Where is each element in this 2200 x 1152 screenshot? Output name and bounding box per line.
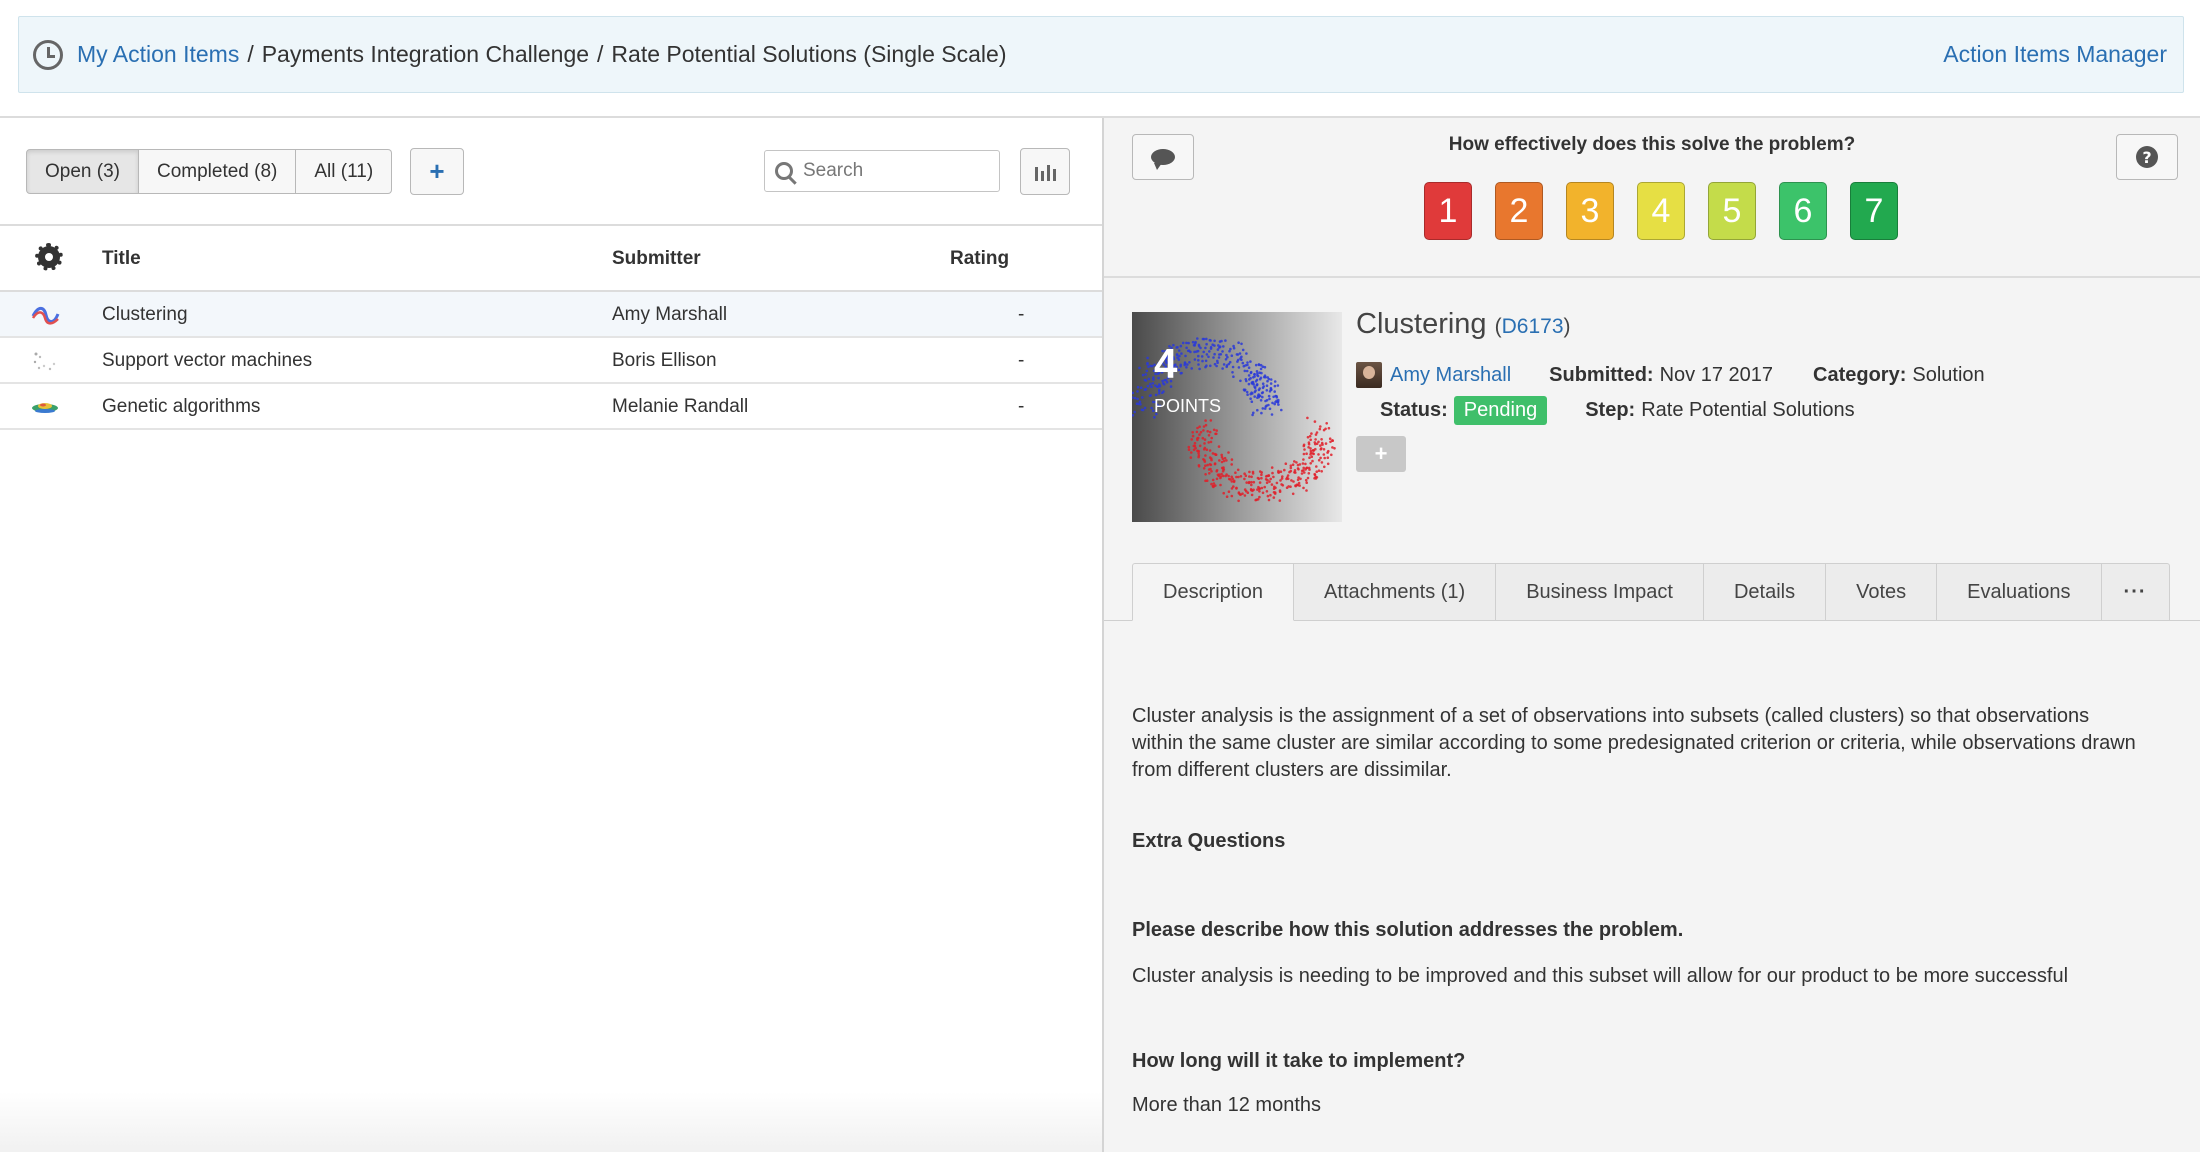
tab-details[interactable]: Details <box>1703 563 1827 621</box>
bar-chart-icon <box>1034 167 1038 181</box>
idea-meta-row: Amy Marshall Submitted: Nov 17 2017 Cate… <box>1356 362 1985 388</box>
row-title: Clustering <box>102 304 188 325</box>
step-value: Rate Potential Solutions <box>1641 399 1855 421</box>
column-submitter[interactable]: Submitter <box>612 248 701 270</box>
rating-button-1[interactable]: 1 <box>1424 182 1472 240</box>
rating-button-2[interactable]: 2 <box>1495 182 1543 240</box>
rating-button-3[interactable]: 3 <box>1566 182 1614 240</box>
bar-chart-icon <box>1040 171 1044 181</box>
genetic-algorithms-thumbnail-icon <box>32 403 58 413</box>
question-answer: Cluster analysis is needing to be improv… <box>1132 965 2069 987</box>
rating-button-4[interactable]: 4 <box>1637 182 1685 240</box>
action-items-list-panel: Open (3) Completed (8) All (11) + Title … <box>0 118 1102 1152</box>
rating-button-7[interactable]: 7 <box>1850 182 1898 240</box>
breadcrumb: My Action Items / Payments Integration C… <box>18 16 2184 93</box>
status-label: Status: <box>1380 399 1448 421</box>
add-button[interactable]: + <box>410 148 464 195</box>
idea-thumbnail: 4 POINTS <box>1132 312 1342 522</box>
rating-question: How effectively does this solve the prob… <box>1448 134 1856 155</box>
action-items-manager-link[interactable]: Action Items Manager <box>1943 41 2167 68</box>
table-row[interactable]: Clustering Amy Marshall - <box>0 292 1102 338</box>
points-label: POINTS <box>1154 396 1222 416</box>
idea-title: Clustering (D6173) <box>1356 308 1571 341</box>
idea-detail-panel: How effectively does this solve the prob… <box>1104 118 2200 1152</box>
paren-open: ( <box>1494 315 1502 338</box>
row-submitter: Boris Ellison <box>612 350 717 371</box>
row-rating: - <box>1018 350 1025 371</box>
status-badge: Pending <box>1453 396 1548 425</box>
breadcrumb-separator: / <box>597 41 604 67</box>
chart-view-button[interactable] <box>1020 148 1070 195</box>
search-icon <box>775 162 793 180</box>
category-value: Solution <box>1912 363 1985 386</box>
table-row[interactable]: Genetic algorithms Melanie Randall - <box>0 384 1102 430</box>
filter-open-button[interactable]: Open (3) <box>26 149 139 194</box>
add-tag-button[interactable]: + <box>1356 436 1406 472</box>
breadcrumb-step: Rate Potential Solutions (Single Scale) <box>611 41 1007 67</box>
help-button[interactable]: ? <box>2116 134 2178 180</box>
description-body: Cluster analysis is the assignment of a … <box>1132 705 2136 781</box>
question-heading: How long will it take to implement? <box>1132 1050 1466 1072</box>
submitted-date: Nov 17 2017 <box>1659 363 1773 386</box>
search-input[interactable] <box>803 160 983 182</box>
tab-evaluations[interactable]: Evaluations <box>1937 563 2102 621</box>
bar-chart-icon <box>1052 169 1056 181</box>
breadcrumb-my-action-items[interactable]: My Action Items <box>77 41 239 68</box>
idea-title-text: Clustering <box>1356 308 1487 340</box>
avatar <box>1356 362 1382 388</box>
column-rating[interactable]: Rating <box>950 248 1009 270</box>
breadcrumb-challenge: Payments Integration Challenge <box>261 41 590 67</box>
bar-chart-icon <box>1046 165 1050 181</box>
question-answer: More than 12 months <box>1132 1094 1321 1116</box>
extra-questions-heading: Extra Questions <box>1132 830 1286 852</box>
tab-business-impact[interactable]: Business Impact <box>1496 563 1704 621</box>
search-box <box>764 150 1000 192</box>
idea-status-row: Status: Pending Step: Rate Potential Sol… <box>1380 396 1855 425</box>
help-icon: ? <box>2136 146 2158 168</box>
filter-group: Open (3) Completed (8) All (11) <box>26 149 393 194</box>
description-content: Cluster analysis is the assignment of a … <box>1132 703 2142 1119</box>
rating-button-5[interactable]: 5 <box>1708 182 1756 240</box>
tab-attachments[interactable]: Attachments (1) <box>1294 563 1497 621</box>
column-title[interactable]: Title <box>102 248 141 270</box>
rating-button-6[interactable]: 6 <box>1779 182 1827 240</box>
row-title: Support vector machines <box>102 350 313 371</box>
points-value: 4 <box>1154 340 1178 387</box>
idea-id-link[interactable]: D6173 <box>1502 315 1564 338</box>
rating-header: How effectively does this solve the prob… <box>1104 118 2200 278</box>
row-rating: - <box>1018 304 1025 325</box>
svm-thumbnail-icon <box>33 352 56 371</box>
question-heading: Please describe how this solution addres… <box>1132 919 1684 941</box>
row-rating: - <box>1018 396 1025 417</box>
row-submitter: Melanie Randall <box>612 396 749 417</box>
tab-description[interactable]: Description <box>1132 563 1295 621</box>
gear-icon[interactable] <box>35 243 63 271</box>
filter-completed-button[interactable]: Completed (8) <box>138 149 297 194</box>
table-row[interactable]: Support vector machines Boris Ellison - <box>0 338 1102 384</box>
tab-more[interactable]: ··· <box>2101 563 2170 621</box>
clock-icon <box>33 39 63 70</box>
rating-scale: 1234567 <box>1424 182 1898 240</box>
table-header: Title Submitter Rating <box>0 224 1102 292</box>
filter-all-button[interactable]: All (11) <box>296 149 393 194</box>
author-link[interactable]: Amy Marshall <box>1390 364 1511 387</box>
submitted-label: Submitted: <box>1549 363 1654 386</box>
clustering-thumbnail-icon <box>31 306 60 325</box>
paren-close: ) <box>1563 315 1571 338</box>
row-submitter: Amy Marshall <box>612 304 728 325</box>
category-label: Category: <box>1813 363 1907 386</box>
step-label: Step: <box>1585 399 1636 421</box>
breadcrumb-separator: / <box>247 41 254 67</box>
tab-votes[interactable]: Votes <box>1826 563 1938 621</box>
row-title: Genetic algorithms <box>102 396 261 417</box>
detail-tabs: Description Attachments (1) Business Imp… <box>1132 563 2170 621</box>
list-bottom-fade <box>0 1092 1102 1152</box>
